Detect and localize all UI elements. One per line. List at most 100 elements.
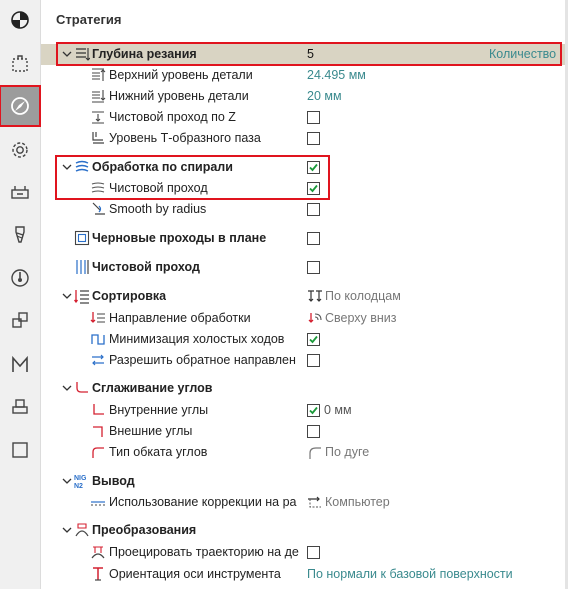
strategy-compass-icon[interactable] bbox=[0, 85, 41, 127]
tool-axis-value[interactable]: По нормали к базовой поверхности bbox=[307, 567, 513, 581]
smooth-radius-checkbox[interactable] bbox=[307, 203, 320, 216]
corner-smooth-icon bbox=[76, 382, 88, 393]
row-finish-pass[interactable]: Чистовой проход bbox=[41, 257, 565, 278]
project-path-checkbox[interactable] bbox=[307, 546, 320, 559]
strategy-panel: Стратегия Глубина резания 5 Количество В… bbox=[41, 0, 568, 589]
target-icon[interactable] bbox=[0, 0, 40, 40]
output-label: Вывод bbox=[92, 474, 135, 488]
spiral-finish-icon bbox=[91, 182, 105, 193]
chevron-down-icon[interactable] bbox=[62, 291, 72, 301]
row-outer-corners[interactable]: Внешние углы bbox=[41, 421, 565, 442]
spiral-finish-checkbox[interactable] bbox=[307, 182, 320, 195]
macro-m-icon[interactable] bbox=[0, 345, 40, 385]
round-type-icon bbox=[92, 447, 104, 458]
cut-depth-mode[interactable]: Количество bbox=[489, 47, 556, 61]
correction-value[interactable]: Компьютер bbox=[325, 495, 390, 509]
blocks-icon[interactable] bbox=[0, 300, 40, 340]
row-spiral-finish[interactable]: Чистовой проход bbox=[41, 178, 565, 199]
inner-corners-checkbox[interactable] bbox=[307, 404, 320, 417]
rough-plan-label: Черновые проходы в плане bbox=[92, 231, 267, 245]
left-toolbar bbox=[0, 0, 41, 589]
correction-icon bbox=[91, 501, 105, 506]
top-level-icon bbox=[92, 68, 106, 81]
row-round-type[interactable]: Тип обката углов По дуге bbox=[41, 442, 565, 463]
spiral-label: Обработка по спирали bbox=[92, 160, 233, 174]
t-slot-label: Уровень Т-образного паза bbox=[109, 131, 261, 145]
bottom-level-icon bbox=[92, 90, 106, 103]
cut-depth-value[interactable]: 5 bbox=[307, 47, 314, 61]
row-cut-depth[interactable]: Глубина резания 5 Количество bbox=[41, 44, 565, 65]
project-path-label: Проецировать траекторию на де bbox=[109, 545, 299, 559]
outer-corners-checkbox[interactable] bbox=[307, 425, 320, 438]
chevron-down-icon[interactable] bbox=[62, 383, 72, 393]
row-allow-reverse[interactable]: Разрешить обратное направлен bbox=[41, 350, 565, 371]
row-min-idle[interactable]: Минимизация холостых ходов bbox=[41, 329, 565, 350]
speed-icon[interactable] bbox=[0, 258, 40, 298]
smooth-radius-icon bbox=[92, 202, 105, 215]
bottom-level-label: Нижний уровень детали bbox=[109, 89, 249, 103]
rough-plan-icon bbox=[74, 230, 90, 246]
row-direction[interactable]: Направление обработки Сверху вниз bbox=[41, 308, 565, 329]
row-inner-corners[interactable]: Внутренние углы 0 мм bbox=[41, 400, 565, 421]
corner-smooth-label: Сглаживание углов bbox=[92, 381, 213, 395]
machine-icon[interactable] bbox=[0, 173, 40, 213]
allow-reverse-label: Разрешить обратное направлен bbox=[109, 353, 296, 367]
row-t-slot[interactable]: Уровень Т-образного паза bbox=[41, 128, 565, 149]
panel-title: Стратегия bbox=[56, 12, 122, 27]
selection-icon[interactable] bbox=[0, 44, 40, 84]
arc-icon bbox=[309, 447, 321, 459]
chevron-down-icon[interactable] bbox=[62, 525, 72, 535]
finish-pass-label: Чистовой проход bbox=[92, 260, 200, 274]
row-project-path[interactable]: Проецировать траекторию на де bbox=[41, 542, 565, 563]
sorting-value[interactable]: По колодцам bbox=[325, 289, 401, 303]
outer-corner-icon bbox=[93, 426, 103, 437]
spiral-finish-label: Чистовой проход bbox=[109, 181, 208, 195]
row-bottom-level[interactable]: Нижний уровень детали 20 мм bbox=[41, 86, 565, 107]
tool-axis-icon bbox=[93, 567, 103, 581]
chevron-down-icon[interactable] bbox=[62, 476, 72, 486]
row-corner-smooth[interactable]: Сглаживание углов bbox=[41, 378, 565, 399]
min-idle-icon bbox=[91, 334, 105, 345]
row-output[interactable]: NIG N2 Вывод bbox=[41, 471, 565, 492]
transform-icon bbox=[75, 523, 89, 537]
svg-text:NIG: NIG bbox=[74, 475, 87, 482]
spiral-checkbox[interactable] bbox=[307, 161, 320, 174]
stand-icon[interactable] bbox=[0, 387, 40, 427]
top-level-label: Верхний уровень детали bbox=[109, 68, 253, 82]
t-slot-checkbox[interactable] bbox=[307, 132, 320, 145]
gear-icon[interactable] bbox=[0, 130, 40, 170]
finish-z-checkbox[interactable] bbox=[307, 111, 320, 124]
round-type-value[interactable]: По дуге bbox=[325, 445, 369, 459]
min-idle-checkbox[interactable] bbox=[307, 333, 320, 346]
chevron-down-icon[interactable] bbox=[62, 49, 72, 59]
row-smooth-radius[interactable]: Smooth by radius bbox=[41, 199, 565, 220]
finish-z-icon bbox=[92, 111, 104, 124]
tool-axis-label: Ориентация оси инструмента bbox=[109, 567, 281, 581]
min-idle-label: Минимизация холостых ходов bbox=[109, 332, 285, 346]
finish-pass-checkbox[interactable] bbox=[307, 261, 320, 274]
svg-text:N2: N2 bbox=[74, 483, 83, 489]
cut-depth-icon bbox=[76, 48, 90, 61]
row-correction[interactable]: Использование коррекции на ра Компьютер bbox=[41, 492, 565, 513]
row-tool-axis[interactable]: Ориентация оси инструмента По нормали к … bbox=[41, 564, 565, 585]
blank-square-icon[interactable] bbox=[0, 430, 40, 470]
row-sorting[interactable]: Сортировка По колодцам bbox=[41, 286, 565, 307]
rough-plan-checkbox[interactable] bbox=[307, 232, 320, 245]
row-spiral[interactable]: Обработка по спирали bbox=[41, 157, 565, 178]
row-rough-plan[interactable]: Черновые проходы в плане bbox=[41, 228, 565, 249]
finish-z-label: Чистовой проход по Z bbox=[109, 110, 236, 124]
chevron-down-icon[interactable] bbox=[62, 162, 72, 172]
direction-value[interactable]: Сверху вниз bbox=[325, 311, 397, 325]
top-level-value[interactable]: 24.495 мм bbox=[307, 68, 366, 82]
row-finish-z[interactable]: Чистовой проход по Z bbox=[41, 107, 565, 128]
allow-reverse-checkbox[interactable] bbox=[307, 354, 320, 367]
inner-corners-value[interactable]: 0 мм bbox=[324, 403, 352, 417]
bottom-level-value[interactable]: 20 мм bbox=[307, 89, 342, 103]
row-transform[interactable]: Преобразования bbox=[41, 520, 565, 541]
t-slot-icon bbox=[92, 132, 104, 144]
nc-output-icon: NIGN2 bbox=[74, 475, 87, 489]
computer-path-icon bbox=[308, 496, 321, 508]
row-top-level[interactable]: Верхний уровень детали 24.495 мм bbox=[41, 65, 565, 86]
tool-icon[interactable] bbox=[0, 215, 40, 255]
sorting-icon bbox=[74, 290, 89, 304]
